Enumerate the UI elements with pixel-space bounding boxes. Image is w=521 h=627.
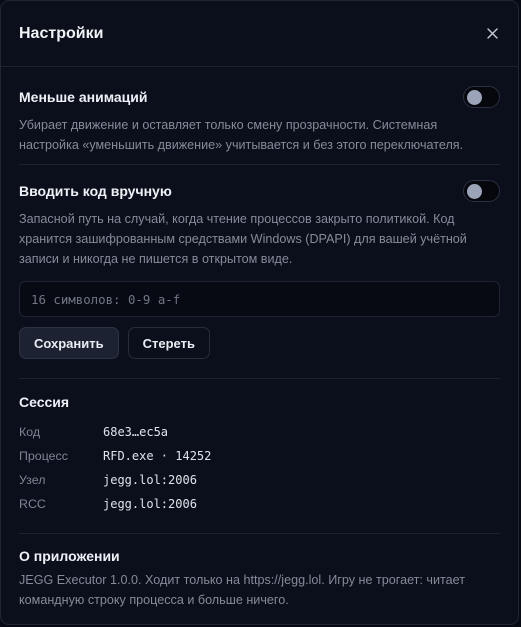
reduced-motion-heading: Меньше анимаций bbox=[19, 89, 148, 105]
dialog-title: Настройки bbox=[19, 24, 104, 42]
session-value: 68e3…ec5a bbox=[103, 425, 169, 439]
code-input[interactable] bbox=[19, 281, 500, 317]
about-section: О приложении JEGG Executor 1.0.0. Ходит … bbox=[19, 534, 500, 610]
session-heading: Сессия bbox=[19, 394, 70, 410]
dialog-content: Меньше анимаций Убирает движение и остав… bbox=[1, 67, 518, 610]
session-key: RCC bbox=[19, 497, 46, 511]
toggle-knob bbox=[467, 89, 482, 105]
session-key: Узел bbox=[19, 473, 46, 487]
session-row-node: Узел jegg.lol:2006 bbox=[19, 468, 500, 492]
manual-code-toggle[interactable] bbox=[463, 180, 500, 202]
clear-button[interactable]: Стереть bbox=[127, 327, 210, 359]
settings-dialog: Настройки Меньше анимаций Убирает движен… bbox=[0, 0, 519, 625]
session-value: RFD.exe · 14252 bbox=[103, 449, 212, 463]
session-value: jegg.lol:2006 bbox=[103, 473, 197, 487]
code-actions: Сохранить Стереть bbox=[19, 327, 500, 359]
close-button[interactable] bbox=[480, 22, 504, 46]
about-heading: О приложении bbox=[19, 548, 120, 564]
toggle-knob bbox=[467, 183, 482, 199]
session-row-rcc: RCC jegg.lol:2006 bbox=[19, 492, 500, 516]
dialog-header: Настройки bbox=[1, 1, 518, 67]
close-icon bbox=[486, 28, 498, 39]
save-button[interactable]: Сохранить bbox=[19, 327, 119, 359]
session-info-list: Код 68e3…ec5a Процесс RFD.exe · 14252 Уз… bbox=[19, 420, 500, 516]
session-row-process: Процесс RFD.exe · 14252 bbox=[19, 444, 500, 468]
manual-code-heading: Вводить код вручную bbox=[19, 183, 172, 199]
about-description: JEGG Executor 1.0.0. Ходит только на htt… bbox=[19, 573, 466, 607]
manual-code-description: Запасной путь на случай, когда чтение пр… bbox=[19, 212, 467, 266]
session-row-code: Код 68e3…ec5a bbox=[19, 420, 500, 444]
session-value: jegg.lol:2006 bbox=[103, 497, 197, 511]
manual-code-section: Вводить код вручную Запасной путь на слу… bbox=[19, 165, 500, 379]
session-section: Сессия Код 68e3…ec5a Процесс RFD.exe · 1… bbox=[19, 379, 500, 534]
reduced-motion-description: Убирает движение и оставляет только смен… bbox=[19, 118, 464, 152]
reduced-motion-section: Меньше анимаций Убирает движение и остав… bbox=[19, 67, 500, 165]
session-key: Процесс bbox=[19, 449, 68, 463]
session-key: Код bbox=[19, 425, 41, 439]
reduced-motion-toggle[interactable] bbox=[463, 86, 500, 108]
